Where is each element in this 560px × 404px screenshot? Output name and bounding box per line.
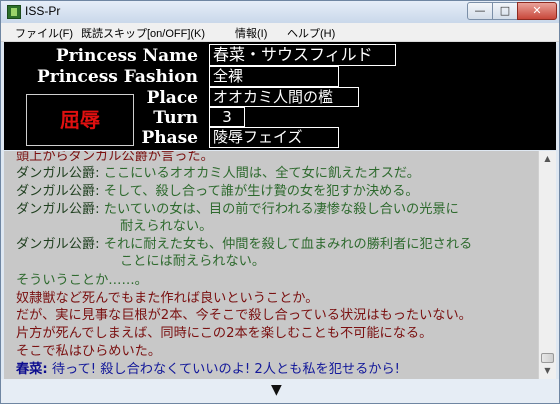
game-window: ISS-Pr — □ ✕ ファイル(F) 既読スキップ[on/OFF](K) 情… xyxy=(0,0,560,404)
message-line: 耐えられない。 xyxy=(120,218,212,235)
princess-status-badge: 屈辱 xyxy=(26,94,134,146)
turn-value: 3 xyxy=(209,107,245,127)
menu-help[interactable]: ヘルプ(H) xyxy=(287,25,335,41)
message-line: ダンガル公爵: ここにいるオオカミ人間は、全て女に飢えたオスだ。 xyxy=(16,165,420,182)
message-line: 頭上からダンガル公爵が言った。 xyxy=(16,151,214,165)
scroll-thumb[interactable] xyxy=(541,353,554,363)
message-log[interactable]: 頭上からダンガル公爵が言った。 ダンガル公爵: ここにいるオオカミ人間は、全て女… xyxy=(4,151,538,379)
message-text: それに耐えた女も、仲間を殺して血まみれの勝利者に犯される xyxy=(103,237,473,252)
menu-file[interactable]: ファイル(F) xyxy=(15,25,73,41)
message-line: ダンガル公爵: それに耐えた女も、仲間を殺して血まみれの勝利者に犯される xyxy=(16,236,472,253)
princess-fashion-value: 全裸 xyxy=(209,66,339,87)
message-text: 耐えられない。 xyxy=(120,219,213,234)
scroll-down-icon[interactable]: ▼ xyxy=(539,363,556,379)
message-text: そして、殺し合って誰が生け贄の女を犯すか決める。 xyxy=(103,184,419,199)
title-bar[interactable]: ISS-Pr — □ ✕ xyxy=(1,1,559,23)
message-text: ここにいるオオカミ人間は、全て女に飢えたオスだ。 xyxy=(103,166,420,181)
message-text: だが、実に見事な巨根が2本、今そこで殺し合っている状況はもったいない。 xyxy=(16,308,472,323)
message-text: たいていの女は、目の前で行われる凄惨な殺し合いの光景に xyxy=(103,202,459,217)
speaker-name: ダンガル公爵: xyxy=(16,202,100,217)
menu-info[interactable]: 情報(I) xyxy=(235,25,267,41)
message-text: そういうことか……。 xyxy=(16,273,148,288)
message-line: 奴隷獣など死んでもまた作れば良いということか。 xyxy=(16,290,318,307)
princess-name-value: 春菜・サウスフィルド xyxy=(209,44,396,66)
speaker-name: ダンガル公爵: xyxy=(16,166,100,181)
status-panel: Princess Name Princess Fashion Place Tur… xyxy=(4,42,556,150)
label-princess-name: Princess Name xyxy=(55,46,198,66)
message-text: 片方が死んでしまえば、同時にこの2本を楽しむことも不可能になる。 xyxy=(16,326,433,341)
place-value: オオカミ人間の檻 xyxy=(209,87,359,107)
label-princess-fashion: Princess Fashion xyxy=(36,67,198,87)
message-text: 奴隷獣など死んでもまた作れば良いということか。 xyxy=(16,291,319,306)
phase-value: 陵辱フェイズ xyxy=(209,127,339,148)
app-icon xyxy=(7,5,21,19)
menu-bar: ファイル(F) 既読スキップ[on/OFF](K) 情報(I) ヘルプ(H) xyxy=(1,23,559,42)
speaker-name: ダンガル公爵: xyxy=(16,237,100,252)
next-page-icon[interactable]: ▼ xyxy=(271,382,282,398)
speaker-name: ダンガル公爵: xyxy=(16,184,100,199)
message-line: ことには耐えられない。 xyxy=(120,253,265,270)
footer-bar: ▼ xyxy=(1,379,559,403)
message-line: だが、実に見事な巨根が2本、今そこで殺し合っている状況はもったいない。 xyxy=(16,307,472,324)
close-button[interactable]: ✕ xyxy=(517,2,557,20)
message-text: ことには耐えられない。 xyxy=(120,254,266,269)
menu-skip-read[interactable]: 既読スキップ[on/OFF](K) xyxy=(81,25,205,41)
message-line: 春菜: 待って! 殺し合わなくていいのよ! 2人とも私を犯せるから! xyxy=(16,361,400,378)
message-text: そこで私はひらめいた。 xyxy=(16,344,162,359)
message-line: そういうことか……。 xyxy=(16,272,148,289)
maximize-button[interactable]: □ xyxy=(492,2,518,20)
window-title: ISS-Pr xyxy=(25,4,61,18)
message-line: ダンガル公爵: そして、殺し合って誰が生け贄の女を犯すか決める。 xyxy=(16,183,419,200)
minimize-button[interactable]: — xyxy=(467,2,493,20)
message-line: そこで私はひらめいた。 xyxy=(16,343,161,360)
message-line: ダンガル公爵: たいていの女は、目の前で行われる凄惨な殺し合いの光景に xyxy=(16,201,459,218)
message-line: 片方が死んでしまえば、同時にこの2本を楽しむことも不可能になる。 xyxy=(16,325,432,342)
speaker-name: 春菜: xyxy=(16,362,48,377)
scroll-up-icon[interactable]: ▲ xyxy=(539,151,556,167)
message-scrollbar[interactable]: ▲ ▼ xyxy=(538,151,556,379)
message-text: 待って! 殺し合わなくていいのよ! 2人とも私を犯せるから! xyxy=(51,362,400,377)
message-text: 頭上からダンガル公爵が言った。 xyxy=(16,151,214,164)
